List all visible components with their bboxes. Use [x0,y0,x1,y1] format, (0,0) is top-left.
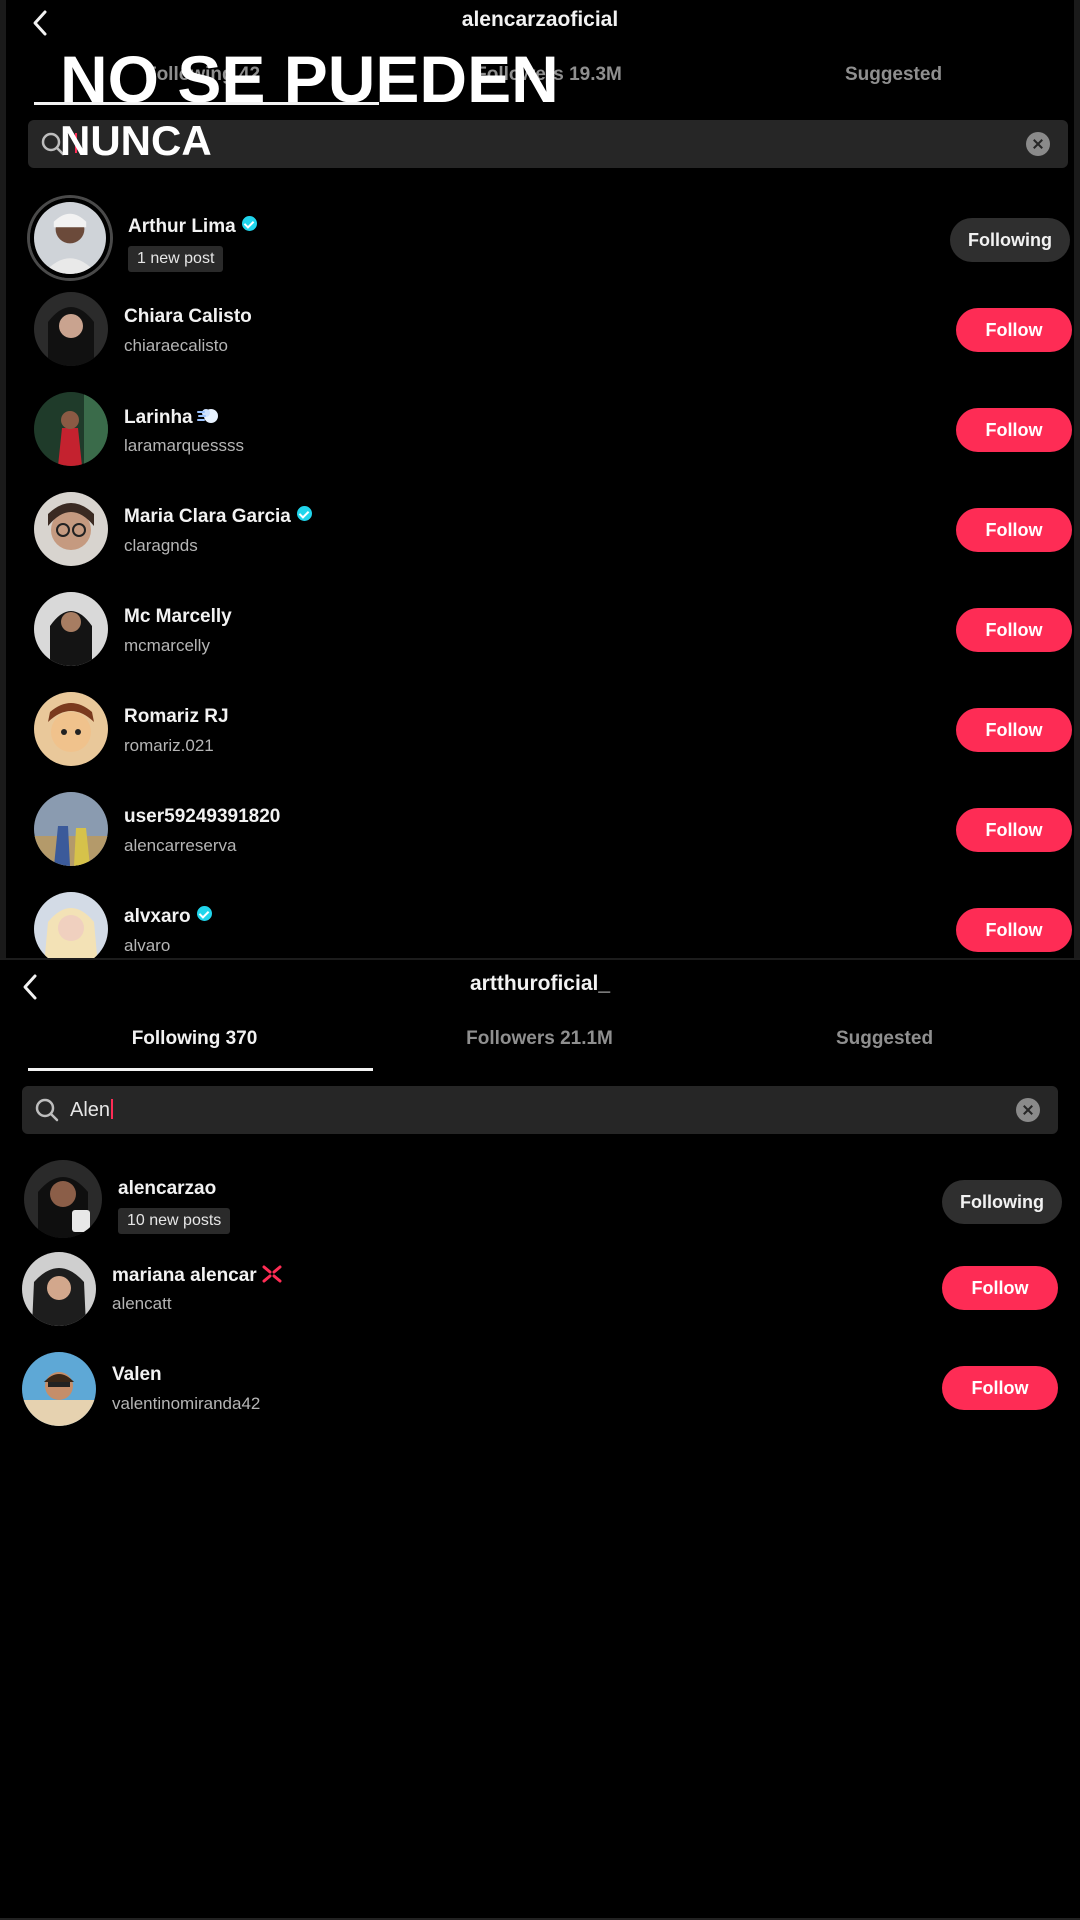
top-screen: alencarzaoficial Following 42 Followers … [0,0,1080,958]
following-button[interactable]: Following [950,218,1070,262]
avatar[interactable] [34,292,108,366]
user-name: Larinha [124,406,219,429]
user-handle: chiaraecalisto [124,336,228,355]
tab-following[interactable]: Following 370 [22,1028,367,1050]
follow-button[interactable]: Follow [942,1366,1058,1410]
list-item[interactable]: alencarzao 10 new posts Following [0,1160,1080,1250]
tab-underline [28,1068,373,1071]
user-name: Chiara Calisto [124,306,252,327]
caption-overlay-sub: NUNCA [60,117,212,164]
list-item[interactable]: Romariz RJ romariz.021 Follow [6,684,1074,774]
verified-icon [241,216,257,231]
list-item[interactable]: Maria Clara Garcia claragnds Follow [6,484,1074,574]
user-name: Arthur Lima [128,216,257,238]
avatar[interactable] [30,198,110,278]
dash-icon [196,406,219,426]
new-post-badge: 10 new posts [118,1208,231,1234]
user-handle: claragnds [124,536,198,555]
user-name: user59249391820 [124,806,281,827]
user-name: mariana alencar [112,1264,283,1287]
avatar[interactable] [34,792,108,866]
profile-title: alencarzaoficial [461,8,619,31]
user-handle: alencatt [112,1294,172,1313]
follow-button[interactable]: Follow [956,808,1072,852]
profile-title: artthuroficial_ [469,972,611,995]
user-handle: laramarquessss [124,436,244,455]
bottom-tabs: Following 370 Followers 21.1M Suggested [0,1028,1080,1068]
verified-icon [196,906,212,921]
user-handle: alencarreserva [124,836,237,855]
user-name: Maria Clara Garcia [124,506,312,528]
user-handle: mcmarcelly [124,636,210,655]
list-item[interactable]: alvxaro alvaro Follow [6,884,1074,958]
list-item[interactable]: mariana alencar alencatt Follow [0,1252,1080,1342]
tab-suggested[interactable]: Suggested [712,1028,1057,1050]
avatar[interactable] [24,1160,102,1238]
avatar[interactable] [34,392,108,466]
search-icon [34,1097,60,1123]
follow-button[interactable]: Follow [956,308,1072,352]
user-handle: valentinomiranda42 [112,1394,261,1413]
list-item[interactable]: user59249391820 alencarreserva Follow [6,784,1074,874]
avatar[interactable] [34,892,108,958]
new-post-badge: 1 new post [128,246,224,272]
follow-button[interactable]: Follow [956,708,1072,752]
top-header: alencarzaoficial [6,4,1074,44]
user-name: Mc Marcelly [124,606,232,627]
avatar[interactable] [34,692,108,766]
list-item[interactable]: Valen valentinomiranda42 Follow [0,1352,1080,1442]
avatar[interactable] [22,1352,96,1426]
follow-button[interactable]: Follow [956,508,1072,552]
bottom-header: artthuroficial_ [0,968,1080,1008]
follow-button[interactable]: Follow [942,1266,1058,1310]
following-button[interactable]: Following [942,1180,1062,1224]
avatar[interactable] [34,492,108,566]
user-name: alvxaro [124,906,212,928]
avatar[interactable] [34,592,108,666]
follow-button[interactable]: Follow [956,408,1072,452]
list-item[interactable]: Arthur Lima 1 new post Following [6,194,1074,284]
verified-icon [296,506,312,521]
user-name: Valen [112,1364,162,1385]
follow-button[interactable]: Follow [956,608,1072,652]
user-name: Romariz RJ [124,706,229,727]
caption-overlay: NO SE PUEDEN [60,42,559,116]
user-handle: romariz.021 [124,736,214,755]
search-input[interactable]: Alen [22,1086,1058,1134]
tab-suggested[interactable]: Suggested [721,64,1066,86]
tab-followers[interactable]: Followers 21.1M [367,1028,712,1050]
search-value: Alen [70,1099,114,1122]
user-name: alencarzao [118,1178,217,1199]
clear-search-icon[interactable] [1026,132,1050,156]
anger-icon [261,1264,283,1284]
avatar[interactable] [22,1252,96,1326]
user-handle: alvaro [124,936,171,955]
bottom-screen: artthuroficial_ Following 370 Followers … [0,958,1080,1920]
list-item[interactable]: Larinha laramarquessss Follow [6,384,1074,474]
clear-search-icon[interactable] [1016,1098,1040,1122]
follow-button[interactable]: Follow [956,908,1072,952]
list-item[interactable]: Chiara Calisto chiaraecalisto Follow [6,284,1074,374]
list-item[interactable]: Mc Marcelly mcmarcelly Follow [6,584,1074,674]
